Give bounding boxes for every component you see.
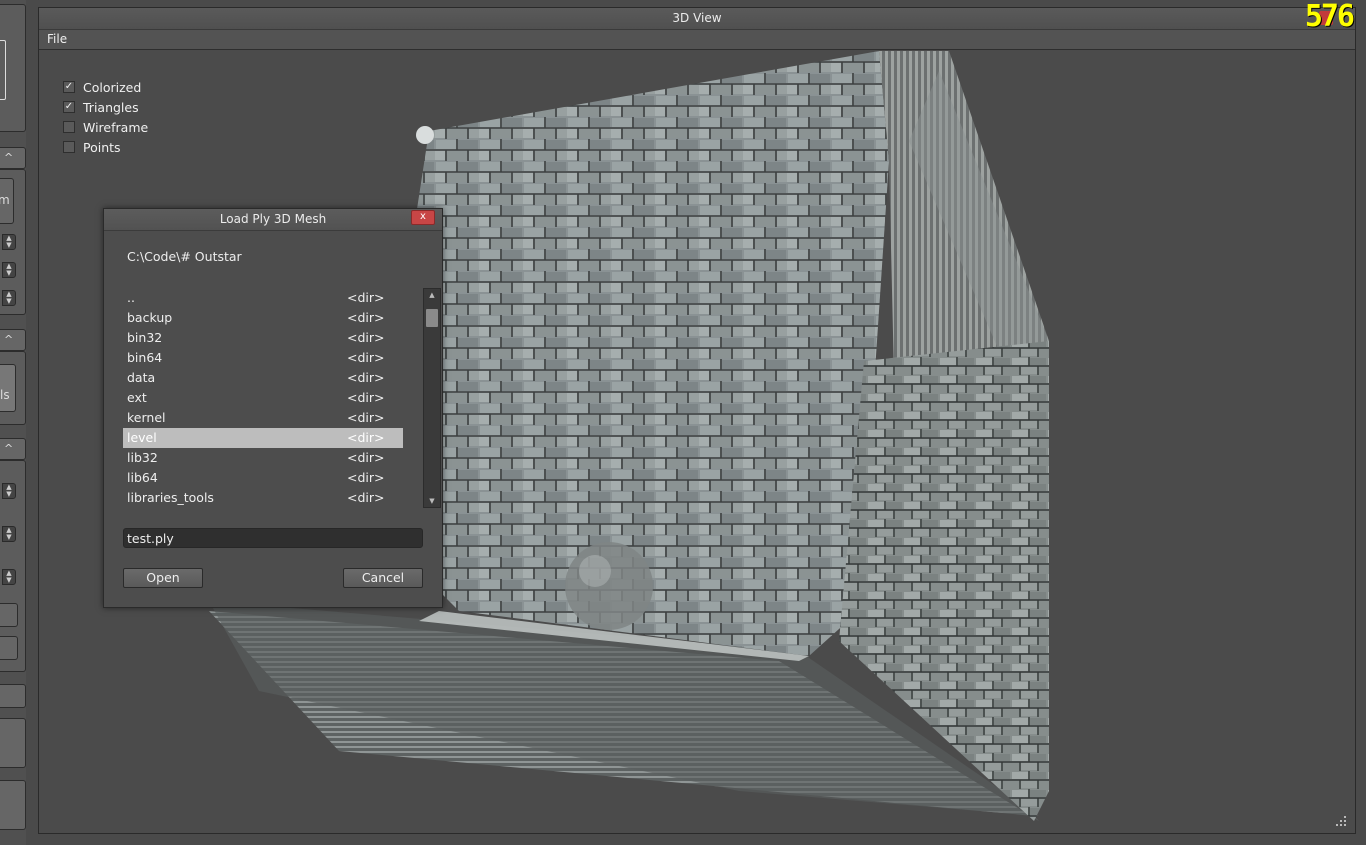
left-panel-section <box>0 4 26 132</box>
file-row-selected[interactable]: level <dir> <box>123 428 403 448</box>
spinner-icon[interactable]: ▲ ▼ <box>2 569 16 585</box>
file-name: lib32 <box>127 450 158 465</box>
dialog-title: Load Ply 3D Mesh <box>219 212 327 226</box>
collapse-chevron-up-icon[interactable]: ^ <box>0 438 26 460</box>
left-panel-section: ▲ ▼ ▲ ▼ ▲ ▼ <box>0 460 26 672</box>
dialog-close-button[interactable]: x <box>411 210 435 225</box>
scroll-up-icon[interactable]: ▲ <box>424 289 440 301</box>
file-type: <dir> <box>347 390 385 405</box>
fps-counter: 576 <box>1304 0 1355 34</box>
scroll-down-icon[interactable]: ▼ <box>424 495 440 507</box>
toggle-label: Points <box>83 139 121 155</box>
file-list-scrollbar[interactable]: ▲ ▼ <box>423 288 441 508</box>
left-panel-button[interactable]: m <box>0 178 14 224</box>
toggle-label: Triangles <box>83 99 139 115</box>
left-panel-button[interactable] <box>0 603 18 627</box>
toggle-label: Colorized <box>83 79 142 95</box>
file-name: data <box>127 370 156 385</box>
current-path: C:\Code\# Outstar <box>127 249 242 264</box>
file-type: <dir> <box>347 430 385 445</box>
file-row[interactable]: ext <dir> <box>123 388 403 408</box>
file-type: <dir> <box>347 350 385 365</box>
spinner-icon[interactable]: ▲ ▼ <box>2 234 16 250</box>
file-type: <dir> <box>347 470 385 485</box>
file-name: level <box>127 430 157 445</box>
file-row[interactable]: .. <dir> <box>123 288 403 308</box>
collapse-chevron-up-icon[interactable]: ^ <box>0 329 26 351</box>
file-name: libraries_tools <box>127 490 214 505</box>
file-name: bin64 <box>127 350 163 365</box>
left-panel-button[interactable] <box>0 718 26 768</box>
left-panel-button[interactable] <box>0 636 18 660</box>
menu-bar: File <box>39 30 1355 50</box>
file-name: lib64 <box>127 470 158 485</box>
checkbox-checked-icon[interactable]: ✓ <box>63 81 75 93</box>
file-type: <dir> <box>347 410 385 425</box>
toggle-triangles[interactable]: ✓ Triangles <box>63 97 148 117</box>
toggle-colorized[interactable]: ✓ Colorized <box>63 77 148 97</box>
left-side-panel: ^ m ▲ ▼ ▲ ▼ ▲ ▼ ^ ls ^ ▲ ▼ ▲ ▼ ▲ ▼ <box>0 0 26 845</box>
render-toggles: ✓ Colorized ✓ Triangles Wireframe Points <box>63 77 148 157</box>
toggle-wireframe[interactable]: Wireframe <box>63 117 148 137</box>
file-name: ext <box>127 390 147 405</box>
resize-grip-icon[interactable] <box>1335 815 1347 827</box>
spinner-icon[interactable]: ▲ ▼ <box>2 262 16 278</box>
file-type: <dir> <box>347 290 385 305</box>
left-panel-button[interactable] <box>0 780 26 830</box>
file-name: bin32 <box>127 330 163 345</box>
file-type: <dir> <box>347 370 385 385</box>
open-button[interactable]: Open <box>123 568 203 588</box>
left-panel-button[interactable]: ls <box>0 364 16 412</box>
menu-file[interactable]: File <box>47 30 67 49</box>
window-title: 3D View <box>39 8 1355 30</box>
file-row[interactable]: libraries_tools <dir> <box>123 488 403 508</box>
file-name: kernel <box>127 410 166 425</box>
checkbox-unchecked-icon[interactable] <box>63 141 75 153</box>
file-row[interactable]: data <dir> <box>123 368 403 388</box>
spinner-icon[interactable]: ▲ ▼ <box>2 526 16 542</box>
file-row[interactable]: lib32 <dir> <box>123 448 403 468</box>
spinner-icon[interactable]: ▲ ▼ <box>2 290 16 306</box>
filename-input[interactable] <box>123 528 423 548</box>
file-name: backup <box>127 310 173 325</box>
file-row[interactable]: kernel <dir> <box>123 408 403 428</box>
file-type: <dir> <box>347 330 385 345</box>
file-type: <dir> <box>347 490 385 505</box>
file-row[interactable]: bin32 <dir> <box>123 328 403 348</box>
load-mesh-dialog: Load Ply 3D Mesh x C:\Code\# Outstar .. … <box>103 208 443 608</box>
collapse-chevron-up-icon[interactable]: ^ <box>0 147 26 169</box>
left-panel-button[interactable] <box>0 684 26 708</box>
spinner-icon[interactable]: ▲ ▼ <box>2 483 16 499</box>
partial-button-text: ls <box>0 388 10 402</box>
file-row[interactable]: lib64 <dir> <box>123 468 403 488</box>
checkbox-checked-icon[interactable]: ✓ <box>63 101 75 113</box>
scrollbar-thumb[interactable] <box>426 309 438 327</box>
file-list[interactable]: .. <dir> backup <dir> bin32 <dir> bin64 … <box>123 288 441 508</box>
file-name: .. <box>127 290 135 305</box>
toggle-label: Wireframe <box>83 119 149 135</box>
partial-button-text: m <box>0 193 10 207</box>
file-type: <dir> <box>347 310 385 325</box>
toggle-points[interactable]: Points <box>63 137 148 157</box>
checkbox-unchecked-icon[interactable] <box>63 121 75 133</box>
left-panel-frame <box>0 40 6 100</box>
cancel-button[interactable]: Cancel <box>343 568 423 588</box>
left-panel-section: m ▲ ▼ ▲ ▼ ▲ ▼ <box>0 169 26 315</box>
file-type: <dir> <box>347 450 385 465</box>
left-panel-section: ls <box>0 351 26 425</box>
file-row[interactable]: bin64 <dir> <box>123 348 403 368</box>
dialog-title-bar[interactable]: Load Ply 3D Mesh x <box>104 209 442 231</box>
file-row[interactable]: backup <dir> <box>123 308 403 328</box>
